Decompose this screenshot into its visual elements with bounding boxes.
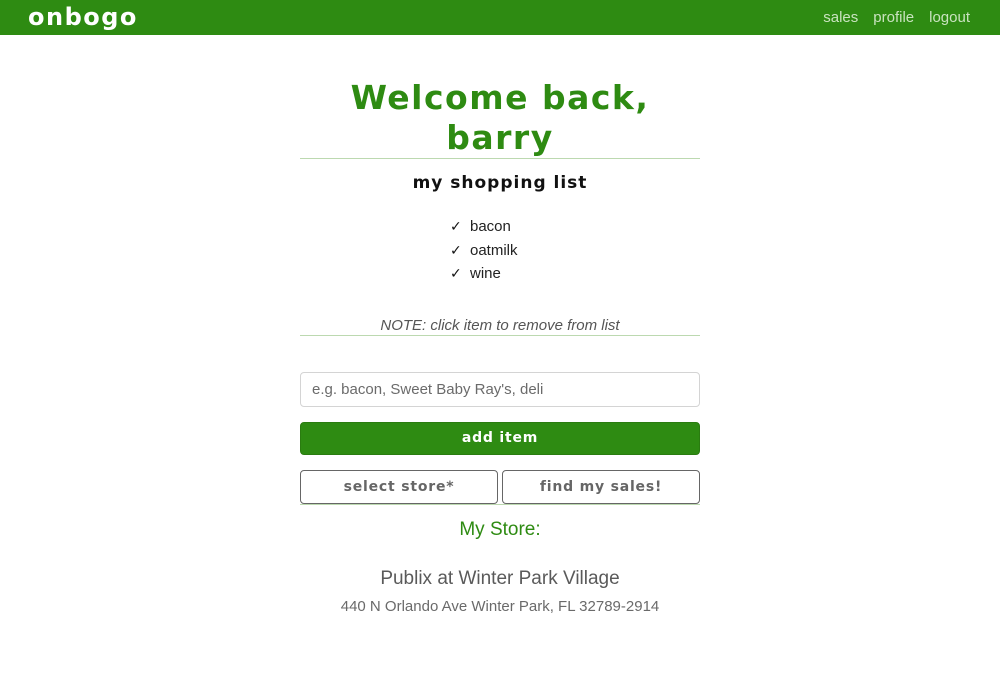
- shopping-list-item-wine[interactable]: ✓ wine: [450, 262, 550, 286]
- select-store-button[interactable]: select store*: [300, 469, 498, 504]
- divider: [300, 334, 700, 336]
- nav-links: sales profile logout: [823, 9, 970, 26]
- add-item-button[interactable]: add item: [300, 421, 700, 455]
- store-address: 440 N Orlando Ave Winter Park, FL 32789-…: [340, 597, 660, 615]
- store-actions-row: select store* find my sales!: [300, 469, 700, 504]
- remove-item-note: NOTE: click item to remove from list: [380, 316, 620, 334]
- checkmark-icon: ✓: [450, 241, 462, 258]
- welcome-heading: Welcome back, barry: [350, 78, 650, 157]
- my-store-heading: My Store:: [459, 518, 541, 540]
- divider: [300, 503, 700, 505]
- store-name: Publix at Winter Park Village: [380, 567, 620, 589]
- shopping-list-item-bacon[interactable]: ✓ bacon: [450, 215, 550, 239]
- shopping-list-item-label: wine: [470, 265, 501, 282]
- brand-logo[interactable]: onbogo: [28, 0, 138, 35]
- checkmark-icon: ✓: [450, 218, 462, 234]
- shopping-list-item-label: bacon: [470, 218, 511, 235]
- top-navbar: onbogo sales profile logout: [0, 0, 1000, 35]
- shopping-list-item-label: oatmilk: [470, 241, 518, 259]
- main-content: Welcome back, barry my shopping list ✓ b…: [300, 78, 700, 616]
- shopping-list-title: my shopping list: [412, 173, 588, 193]
- nav-link-logout[interactable]: logout: [929, 9, 970, 26]
- nav-link-sales[interactable]: sales: [823, 9, 858, 26]
- add-item-input[interactable]: [300, 371, 700, 407]
- checkmark-icon: ✓: [450, 265, 462, 281]
- shopping-list-item-oatmilk[interactable]: ✓ oatmilk: [450, 239, 550, 263]
- shopping-list: ✓ bacon ✓ oatmilk ✓ wine: [450, 215, 550, 286]
- nav-link-profile[interactable]: profile: [873, 9, 914, 26]
- divider: [300, 158, 700, 159]
- find-sales-button[interactable]: find my sales!: [502, 469, 700, 504]
